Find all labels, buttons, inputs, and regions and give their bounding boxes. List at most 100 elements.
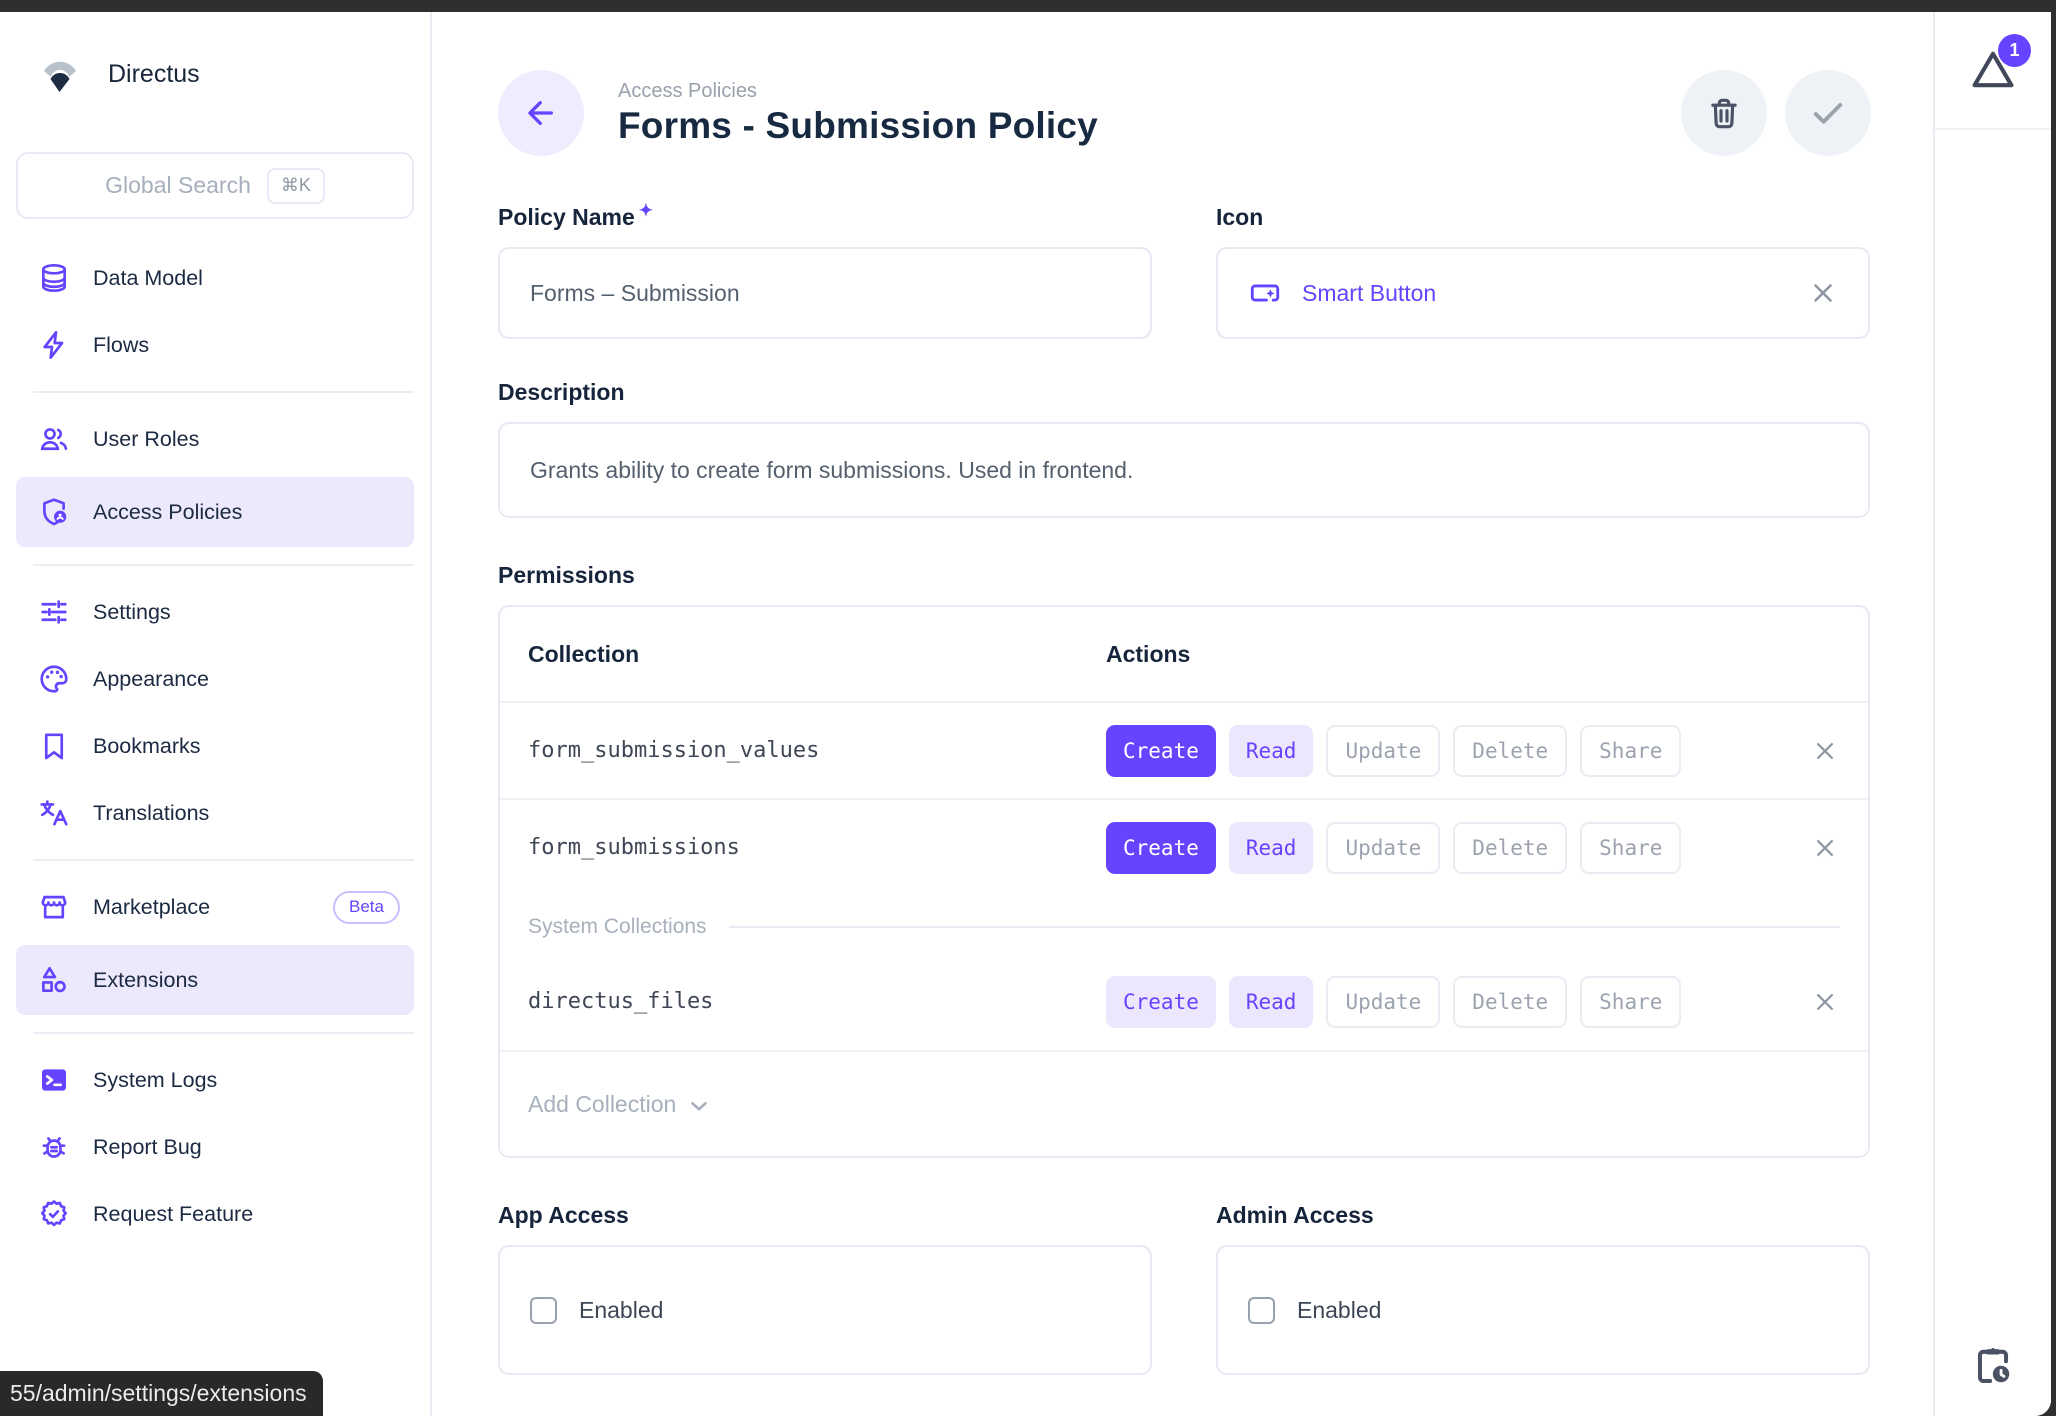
action-chip-delete[interactable]: Delete bbox=[1453, 822, 1567, 874]
sidebar-item-bookmarks[interactable]: Bookmarks bbox=[16, 717, 414, 775]
check-icon bbox=[1807, 92, 1849, 134]
header-actions bbox=[1681, 70, 1871, 156]
sidebar-nav: Data Model Flows User Roles bbox=[0, 249, 430, 1243]
action-chip-share[interactable]: Share bbox=[1580, 976, 1681, 1028]
bug-icon bbox=[38, 1131, 70, 1163]
description-label: Description bbox=[498, 379, 1870, 406]
action-chip-update[interactable]: Update bbox=[1326, 822, 1440, 874]
permissions-label: Permissions bbox=[498, 562, 1870, 589]
permission-row: directus_files Create Read Update Delete… bbox=[500, 953, 1868, 1050]
policy-name-input[interactable]: Forms – Submission bbox=[498, 247, 1152, 339]
sidebar-item-extensions[interactable]: Extensions bbox=[16, 945, 414, 1015]
notifications-button[interactable]: 1 bbox=[1935, 12, 2051, 130]
admin-access-box: Enabled bbox=[1216, 1245, 1870, 1375]
action-chip-create[interactable]: Create bbox=[1106, 976, 1216, 1028]
app-access-box: Enabled bbox=[498, 1245, 1152, 1375]
collection-column-header: Collection bbox=[528, 641, 1106, 668]
policy-name-value: Forms – Submission bbox=[530, 280, 740, 307]
sidebar-item-label: Marketplace bbox=[93, 895, 210, 920]
action-chip-share[interactable]: Share bbox=[1580, 822, 1681, 874]
action-chip-read[interactable]: Read bbox=[1229, 822, 1314, 874]
icon-label: Icon bbox=[1216, 204, 1870, 231]
right-sidebar: 1 bbox=[1933, 12, 2051, 1416]
description-input[interactable]: Grants ability to create form submission… bbox=[498, 422, 1870, 518]
sidebar-item-label: User Roles bbox=[93, 427, 199, 452]
bookmark-icon bbox=[38, 730, 70, 762]
sidebar-item-user-roles[interactable]: User Roles bbox=[16, 410, 414, 468]
system-collections-divider: System Collections bbox=[500, 901, 1868, 953]
permission-row: form_submission_values Create Read Updat… bbox=[500, 701, 1868, 798]
delete-button[interactable] bbox=[1681, 70, 1767, 156]
trash-icon bbox=[1704, 93, 1744, 133]
directus-logo-icon bbox=[36, 50, 84, 98]
action-chips: Create Read Update Delete Share bbox=[1106, 822, 1794, 874]
action-chip-read[interactable]: Read bbox=[1229, 976, 1314, 1028]
action-chip-update[interactable]: Update bbox=[1326, 725, 1440, 777]
collection-name: form_submission_values bbox=[528, 738, 1106, 763]
sidebar-item-request-feature[interactable]: Request Feature bbox=[16, 1185, 414, 1243]
required-star: ✦ bbox=[639, 201, 653, 220]
remove-row-icon[interactable] bbox=[1810, 736, 1840, 766]
collection-name: directus_files bbox=[528, 989, 1106, 1014]
action-chip-read[interactable]: Read bbox=[1229, 725, 1314, 777]
sidebar-divider bbox=[33, 391, 414, 393]
add-collection-button[interactable]: Add Collection bbox=[500, 1050, 1868, 1156]
policy-name-field-group: Policy Name✦ Forms – Submission bbox=[498, 156, 1152, 339]
sidebar-item-marketplace[interactable]: Marketplace Beta bbox=[16, 878, 414, 936]
sidebar-item-report-bug[interactable]: Report Bug bbox=[16, 1118, 414, 1176]
sidebar-item-data-model[interactable]: Data Model bbox=[16, 249, 414, 307]
sidebar-item-label: Bookmarks bbox=[93, 734, 201, 759]
action-chip-update[interactable]: Update bbox=[1326, 976, 1440, 1028]
icon-input[interactable]: Smart Button bbox=[1216, 247, 1870, 339]
remove-row-icon[interactable] bbox=[1810, 833, 1840, 863]
sidebar-item-label: Settings bbox=[93, 600, 171, 625]
palette-icon bbox=[38, 663, 70, 695]
sidebar-item-settings[interactable]: Settings bbox=[16, 583, 414, 641]
action-chip-delete[interactable]: Delete bbox=[1453, 725, 1567, 777]
storefront-icon bbox=[38, 891, 70, 923]
bolt-icon bbox=[38, 329, 70, 361]
sidebar-divider bbox=[33, 1032, 414, 1034]
clear-icon[interactable] bbox=[1808, 278, 1838, 308]
permissions-table: Collection Actions form_submission_value… bbox=[498, 605, 1870, 1158]
sidebar-item-appearance[interactable]: Appearance bbox=[16, 650, 414, 708]
revisions-button[interactable] bbox=[1970, 1343, 2016, 1394]
sidebar-divider bbox=[33, 564, 414, 566]
app-access-checkbox[interactable] bbox=[530, 1297, 557, 1324]
sidebar-item-flows[interactable]: Flows bbox=[16, 316, 414, 374]
sidebar: Directus Global Search ⌘K Data Model bbox=[0, 12, 432, 1416]
action-chip-create[interactable]: Create bbox=[1106, 725, 1216, 777]
actions-column-header: Actions bbox=[1106, 641, 1794, 668]
permissions-header: Collection Actions bbox=[500, 607, 1868, 701]
sidebar-item-label: Translations bbox=[93, 801, 209, 826]
sidebar-item-access-policies[interactable]: Access Policies bbox=[16, 477, 414, 547]
sidebar-item-label: Appearance bbox=[93, 667, 209, 692]
clipboard-clock-icon bbox=[1970, 1343, 2016, 1389]
save-button[interactable] bbox=[1785, 70, 1871, 156]
action-chip-delete[interactable]: Delete bbox=[1453, 976, 1567, 1028]
global-search-input[interactable]: Global Search ⌘K bbox=[16, 152, 414, 219]
sidebar-item-translations[interactable]: Translations bbox=[16, 784, 414, 842]
extensions-icon bbox=[38, 964, 70, 996]
admin-access-checkbox[interactable] bbox=[1248, 1297, 1275, 1324]
users-icon bbox=[38, 423, 70, 455]
browser-status-tooltip: 55/admin/settings/extensions bbox=[0, 1371, 323, 1416]
search-shortcut-badge: ⌘K bbox=[267, 168, 325, 204]
admin-access-checkbox-label: Enabled bbox=[1297, 1297, 1381, 1324]
sidebar-item-label: Flows bbox=[93, 333, 149, 358]
page-title: Forms - Submission Policy bbox=[618, 105, 1098, 147]
back-button[interactable] bbox=[498, 70, 584, 156]
seal-check-icon bbox=[38, 1198, 70, 1230]
terminal-icon bbox=[38, 1064, 70, 1096]
app-logo[interactable]: Directus bbox=[36, 50, 430, 98]
action-chip-create[interactable]: Create bbox=[1106, 822, 1216, 874]
admin-access-label: Admin Access bbox=[1216, 1202, 1870, 1229]
sidebar-divider bbox=[33, 859, 414, 861]
permission-row: form_submissions Create Read Update Dele… bbox=[500, 798, 1868, 895]
sidebar-item-system-logs[interactable]: System Logs bbox=[16, 1051, 414, 1109]
smart-button-icon bbox=[1248, 276, 1282, 310]
icon-field-group: Icon Smart Button bbox=[1216, 156, 1870, 339]
system-collections-label: System Collections bbox=[528, 915, 707, 939]
action-chip-share[interactable]: Share bbox=[1580, 725, 1681, 777]
remove-row-icon[interactable] bbox=[1810, 987, 1840, 1017]
